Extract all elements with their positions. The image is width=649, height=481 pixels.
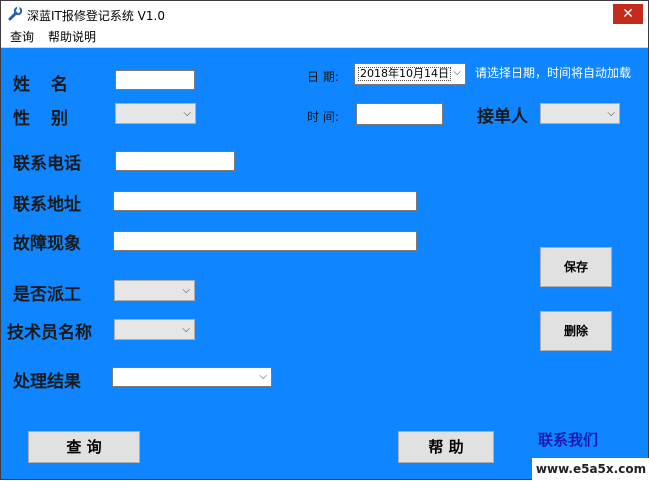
contact-us-link[interactable]: 联系我们 <box>538 429 598 450</box>
gender-select[interactable]: ⌵ <box>115 103 196 124</box>
app-window: 深蓝IT报修登记系统 V1.0 ✕ 查询 帮助说明 姓 名 性 别 ⌵ 日 期:… <box>0 0 649 481</box>
result-select[interactable]: ⌵ <box>112 367 272 387</box>
time-label: 时 间: <box>307 110 339 124</box>
watermark: www.e5a5x.com <box>532 458 649 481</box>
menu-query[interactable]: 查询 <box>10 29 34 46</box>
wrench-icon <box>8 6 23 21</box>
name-input[interactable] <box>115 70 195 90</box>
dispatch-label: 是否派工 <box>13 285 81 305</box>
chevron-down-icon: ⌵ <box>259 370 267 382</box>
receiver-label: 接单人 <box>477 107 528 127</box>
technician-select[interactable]: ⌵ <box>114 319 195 340</box>
menu-bar: 查询 帮助说明 <box>1 28 648 48</box>
chevron-down-icon: ⌵ <box>453 67 461 78</box>
chevron-down-icon: ⌵ <box>607 107 615 119</box>
technician-label: 技术员名称 <box>7 323 92 343</box>
name-label: 姓 名 <box>13 75 70 95</box>
chevron-down-icon: ⌵ <box>183 107 191 119</box>
menu-help[interactable]: 帮助说明 <box>48 29 96 46</box>
fault-input[interactable] <box>113 231 417 251</box>
form-panel: 姓 名 性 别 ⌵ 日 期: 2018年10月14日 ⌵ 请选择日期，时间将自动… <box>1 48 648 479</box>
query-button[interactable]: 查 询 <box>28 431 140 463</box>
date-value: 2018年10月14日 <box>358 67 451 81</box>
dispatch-select[interactable]: ⌵ <box>114 280 195 301</box>
chevron-down-icon: ⌵ <box>182 323 190 335</box>
delete-button[interactable]: 删除 <box>540 311 612 351</box>
result-label: 处理结果 <box>13 372 81 392</box>
fault-label: 故障现象 <box>13 234 81 254</box>
window-title: 深蓝IT报修登记系统 V1.0 <box>27 9 165 23</box>
date-hint: 请选择日期，时间将自动加载 <box>475 66 632 80</box>
address-label: 联系地址 <box>13 195 81 215</box>
receiver-select[interactable]: ⌵ <box>540 103 620 124</box>
save-button[interactable]: 保存 <box>540 247 612 287</box>
phone-input[interactable] <box>115 151 235 171</box>
phone-label: 联系电话 <box>13 154 81 174</box>
help-button[interactable]: 帮 助 <box>398 431 494 463</box>
time-input[interactable] <box>356 103 443 125</box>
title-bar[interactable]: 深蓝IT报修登记系统 V1.0 ✕ <box>1 1 648 28</box>
close-button[interactable]: ✕ <box>613 4 643 24</box>
date-label: 日 期: <box>307 70 339 84</box>
chevron-down-icon: ⌵ <box>182 284 190 296</box>
gender-label: 性 别 <box>13 109 70 129</box>
date-picker[interactable]: 2018年10月14日 ⌵ <box>354 63 466 85</box>
address-input[interactable] <box>113 191 417 211</box>
